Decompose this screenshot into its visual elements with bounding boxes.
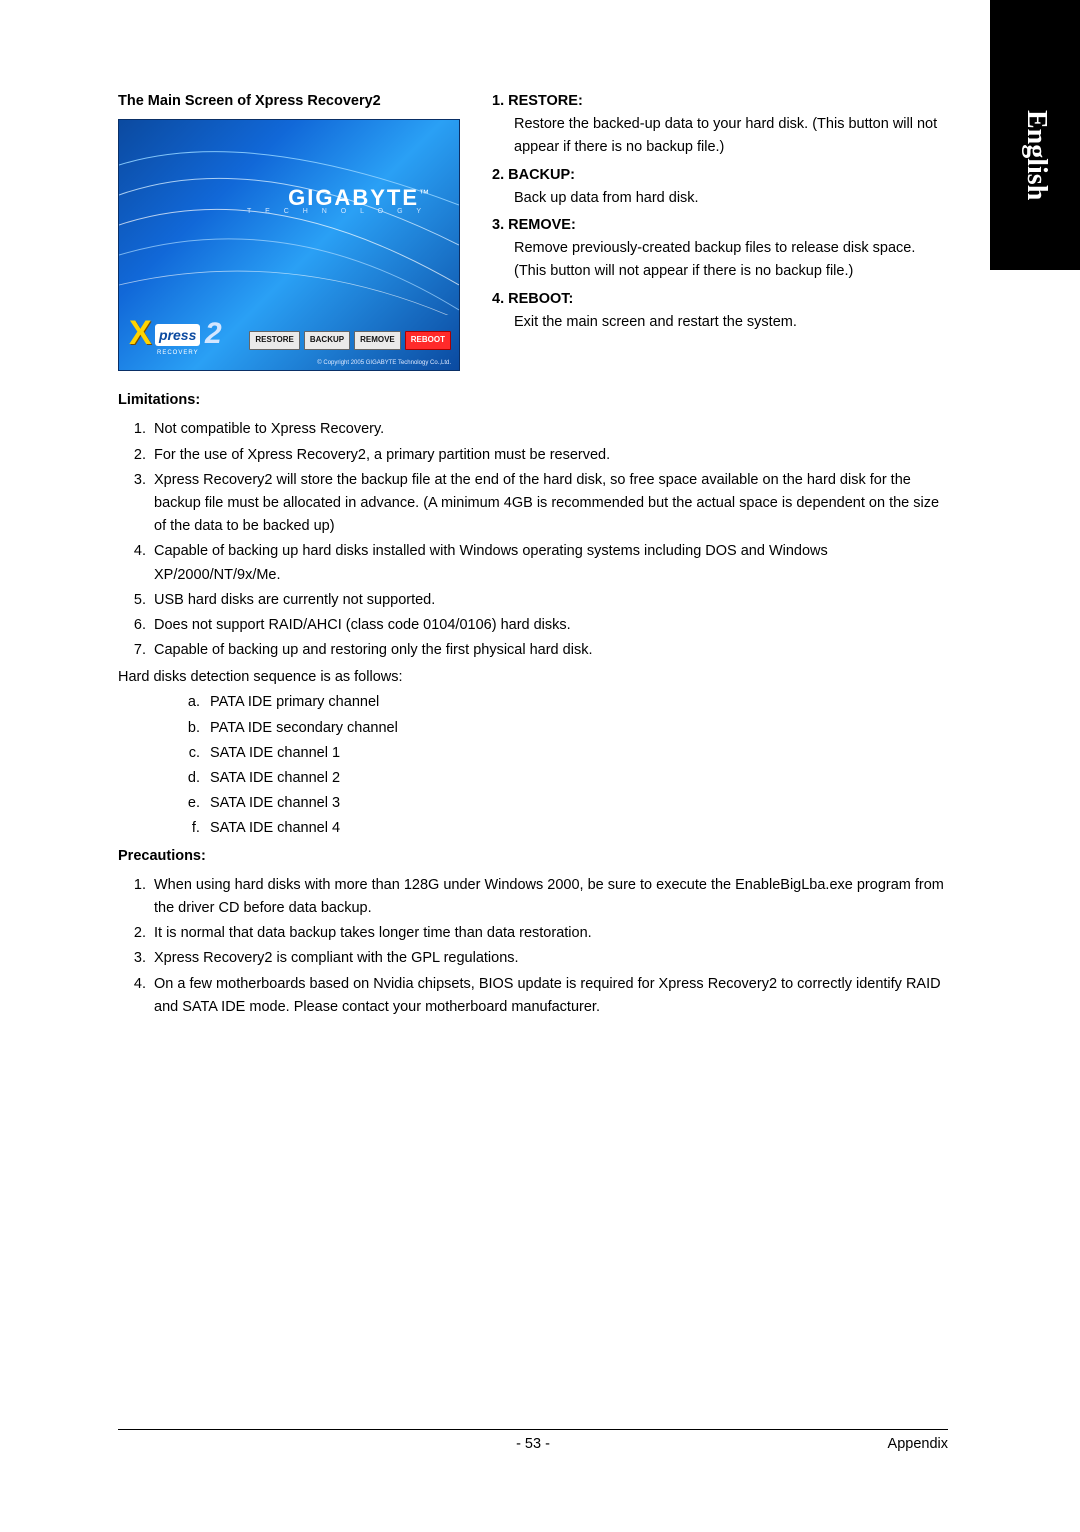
precautions-list: When using hard disks with more than 128… — [128, 874, 948, 1019]
limitations-list: Not compatible to Xpress Recovery. For t… — [128, 418, 948, 662]
xpress-logo: X press 2 RECOVERY — [127, 322, 227, 362]
backup-body: Back up data from hard disk. — [492, 187, 948, 210]
list-item: PATA IDE primary channel — [204, 691, 948, 714]
list-item: Capable of backing up and restoring only… — [150, 639, 948, 662]
backup-head: 2. BACKUP: — [492, 164, 948, 187]
screenshot-copyright: © Copyright 2005 GIGABYTE Technology Co.… — [317, 359, 451, 369]
restore-button[interactable]: RESTORE — [249, 331, 300, 350]
list-item: For the use of Xpress Recovery2, a prima… — [150, 444, 948, 467]
function-descriptions: 1. RESTORE: Restore the backed-up data t… — [492, 90, 948, 371]
restore-body: Restore the backed-up data to your hard … — [492, 113, 948, 159]
xpress-recovery-label: RECOVERY — [157, 349, 199, 359]
list-item: It is normal that data backup takes long… — [150, 922, 948, 945]
xpress-two: 2 — [205, 310, 222, 358]
footer-section: Appendix — [888, 1436, 948, 1452]
list-item: Not compatible to Xpress Recovery. — [150, 418, 948, 441]
language-label: English — [1020, 110, 1052, 200]
precautions-title: Precautions: — [118, 845, 948, 868]
screenshot-button-row: RESTORE BACKUP REMOVE REBOOT — [249, 331, 451, 350]
limitations-title: Limitations: — [118, 389, 948, 412]
list-item: Capable of backing up hard disks install… — [150, 540, 948, 586]
detection-seq-list: PATA IDE primary channel PATA IDE second… — [164, 691, 948, 840]
list-item: USB hard disks are currently not support… — [150, 589, 948, 612]
list-item: PATA IDE secondary channel — [204, 717, 948, 740]
section-title-main-screen: The Main Screen of Xpress Recovery2 — [118, 90, 468, 113]
remove-button[interactable]: REMOVE — [354, 331, 401, 350]
reboot-body: Exit the main screen and restart the sys… — [492, 311, 948, 334]
list-item: SATA IDE channel 4 — [204, 817, 948, 840]
list-item: SATA IDE channel 1 — [204, 742, 948, 765]
reboot-head: 4. REBOOT: — [492, 288, 948, 311]
page: English The Main Screen of Xpress Recove… — [0, 0, 1080, 1532]
xpress-x-icon: X — [129, 306, 152, 360]
remove-body: Remove previously-created backup files t… — [492, 237, 948, 283]
list-item: When using hard disks with more than 128… — [150, 874, 948, 920]
language-tab: English — [990, 0, 1080, 270]
xpress-bottom-bar: X press 2 RECOVERY RESTORE BACKUP REMOVE… — [127, 322, 451, 362]
list-item: SATA IDE channel 2 — [204, 767, 948, 790]
reboot-button[interactable]: REBOOT — [405, 331, 451, 350]
content-body: The Main Screen of Xpress Recovery2 GIGA… — [118, 90, 948, 1023]
list-item: SATA IDE channel 3 — [204, 792, 948, 815]
xpress-screenshot: GIGABYTE™ T E C H N O L O G Y X press 2 … — [118, 119, 460, 371]
list-item: On a few motherboards based on Nvidia ch… — [150, 973, 948, 1019]
decorative-lines — [119, 135, 459, 315]
list-item: Xpress Recovery2 is compliant with the G… — [150, 947, 948, 970]
remove-head: 3. REMOVE: — [492, 214, 948, 237]
restore-head: 1. RESTORE: — [492, 90, 948, 113]
list-item: Does not support RAID/AHCI (class code 0… — [150, 614, 948, 637]
gigabyte-sublogo: T E C H N O L O G Y — [247, 206, 427, 217]
backup-button[interactable]: BACKUP — [304, 331, 350, 350]
list-item: Xpress Recovery2 will store the backup f… — [150, 469, 948, 539]
page-footer: - 53 - Appendix — [118, 1429, 948, 1452]
xpress-word: press — [155, 324, 200, 346]
detection-seq-intro: Hard disks detection sequence is as foll… — [118, 666, 948, 689]
page-number: - 53 - — [516, 1436, 550, 1452]
